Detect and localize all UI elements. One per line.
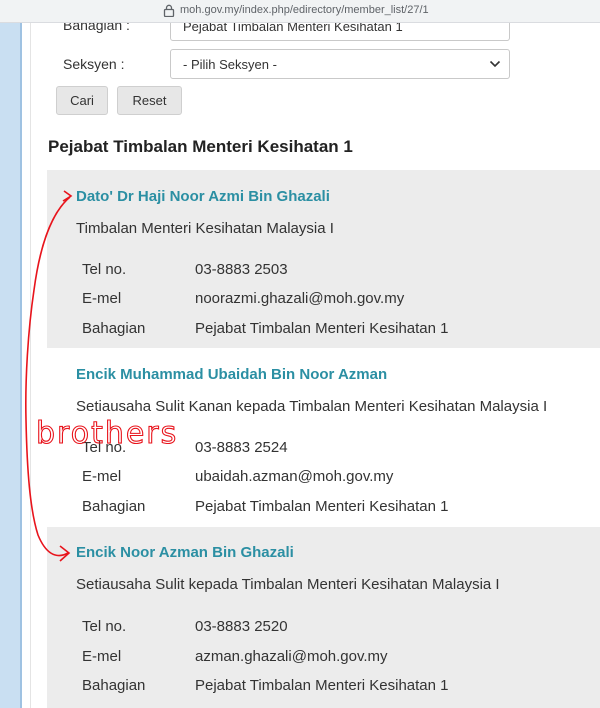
staff-title: Setiausaha Sulit Kanan kepada Timbalan M… <box>76 398 548 415</box>
tel-value: 03-8883 2520 <box>195 618 288 635</box>
email-value[interactable]: azman.ghazali@moh.gov.my <box>195 648 388 665</box>
bahagian-value: Pejabat Timbalan Menteri Kesihatan 1 <box>195 498 449 515</box>
staff-name-link[interactable]: Encik Noor Azman Bin Ghazali <box>76 544 294 561</box>
staff-name-link[interactable]: Encik Muhammad Ubaidah Bin Noor Azman <box>76 366 387 383</box>
tel-label: Tel no. <box>82 261 127 278</box>
tel-value: 03-8883 2524 <box>195 439 288 456</box>
seksyen-select[interactable]: - Pilih Seksyen - <box>170 49 510 79</box>
staff-name-link[interactable]: Dato' Dr Haji Noor Azmi Bin Ghazali <box>76 188 330 205</box>
tel-value: 03-8883 2503 <box>195 261 288 278</box>
cari-button[interactable]: Cari <box>56 86 108 115</box>
chevron-down-icon <box>489 60 501 68</box>
bahagian-field-label: Bahagian <box>82 498 146 515</box>
email-label: E-mel <box>82 290 122 307</box>
email-value[interactable]: noorazmi.ghazali@moh.gov.my <box>195 290 404 307</box>
staff-title: Timbalan Menteri Kesihatan Malaysia I <box>76 220 334 237</box>
staff-entry: Encik Muhammad Ubaidah Bin Noor Azman Se… <box>47 348 600 527</box>
tel-label: Tel no. <box>82 618 127 635</box>
bahagian-field-label: Bahagian <box>82 320 146 337</box>
email-value[interactable]: ubaidah.azman@moh.gov.my <box>195 468 393 485</box>
reset-button[interactable]: Reset <box>117 86 182 115</box>
bahagian-field-label: Bahagian <box>82 677 146 694</box>
staff-entry: Dato' Dr Haji Noor Azmi Bin Ghazali Timb… <box>47 170 600 348</box>
bahagian-value: Pejabat Timbalan Menteri Kesihatan 1 <box>195 677 449 694</box>
staff-title: Setiausaha Sulit kepada Timbalan Menteri… <box>76 576 500 593</box>
browser-url-bar-overlay: moh.gov.my/index.php/edirectory/member_l… <box>0 0 600 23</box>
staff-entry: Encik Noor Azman Bin Ghazali Setiausaha … <box>47 527 600 708</box>
content-left-border <box>30 22 31 708</box>
seksyen-label: Seksyen : <box>63 56 125 72</box>
url-text: moh.gov.my/index.php/edirectory/member_l… <box>180 4 429 16</box>
email-label: E-mel <box>82 468 122 485</box>
section-title: Pejabat Timbalan Menteri Kesihatan 1 <box>48 137 353 156</box>
bahagian-value: Pejabat Timbalan Menteri Kesihatan 1 <box>195 320 449 337</box>
email-label: E-mel <box>82 648 122 665</box>
seksyen-select-value: - Pilih Seksyen - <box>183 57 277 72</box>
window-left-edge <box>0 22 22 708</box>
lock-icon <box>163 4 175 17</box>
tel-label: Tel no. <box>82 439 127 456</box>
